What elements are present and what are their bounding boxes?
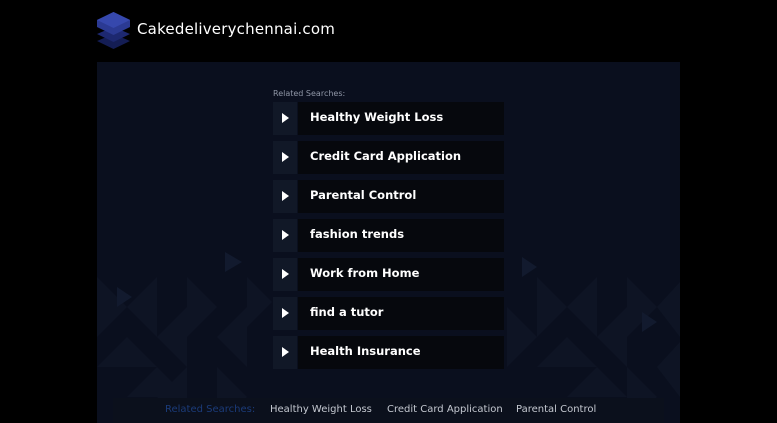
arrow-box bbox=[273, 297, 297, 330]
play-arrow-icon bbox=[282, 308, 289, 318]
related-search-label[interactable]: Work from Home bbox=[310, 266, 419, 280]
item-body: Work from Home bbox=[298, 258, 504, 291]
related-search-item[interactable]: Work from Home bbox=[273, 258, 504, 291]
item-body: Credit Card Application bbox=[298, 141, 504, 174]
arrow-box bbox=[273, 102, 297, 135]
item-body: Health Insurance bbox=[298, 336, 504, 369]
related-searches-heading: Related Searches: bbox=[273, 89, 346, 98]
play-arrow-icon bbox=[282, 230, 289, 240]
site-header: Cakedeliverychennai.com bbox=[0, 0, 777, 62]
item-body: find a tutor bbox=[298, 297, 504, 330]
related-search-label[interactable]: Health Insurance bbox=[310, 344, 421, 358]
related-search-label[interactable]: fashion trends bbox=[310, 227, 404, 241]
site-name[interactable]: Cakedeliverychennai.com bbox=[137, 20, 335, 38]
footer-link[interactable]: Healthy Weight Loss bbox=[270, 404, 372, 415]
play-arrow-icon bbox=[282, 347, 289, 357]
footer-link[interactable]: Credit Card Application bbox=[387, 404, 503, 415]
item-body: Healthy Weight Loss bbox=[298, 102, 504, 135]
stacked-layers-icon[interactable] bbox=[97, 12, 130, 49]
related-search-item[interactable]: Healthy Weight Loss bbox=[273, 102, 504, 135]
related-search-item[interactable]: Health Insurance bbox=[273, 336, 504, 369]
play-arrow-icon bbox=[282, 269, 289, 279]
arrow-box bbox=[273, 219, 297, 252]
play-arrow-icon bbox=[282, 152, 289, 162]
footer-link[interactable]: Parental Control bbox=[516, 404, 596, 415]
parked-domain-page: Cakedeliverychennai.com Related Searches… bbox=[0, 0, 777, 423]
related-search-item[interactable]: fashion trends bbox=[273, 219, 504, 252]
arrow-box bbox=[273, 336, 297, 369]
item-body: fashion trends bbox=[298, 219, 504, 252]
arrow-box bbox=[273, 141, 297, 174]
related-search-item[interactable]: Parental Control bbox=[273, 180, 504, 213]
item-body: Parental Control bbox=[298, 180, 504, 213]
arrow-box bbox=[273, 180, 297, 213]
arrow-box bbox=[273, 258, 297, 291]
related-search-label[interactable]: find a tutor bbox=[310, 305, 383, 319]
related-search-label[interactable]: Credit Card Application bbox=[310, 149, 461, 163]
related-search-label[interactable]: Healthy Weight Loss bbox=[310, 110, 443, 124]
related-search-label[interactable]: Parental Control bbox=[310, 188, 416, 202]
play-arrow-icon bbox=[282, 113, 289, 123]
related-search-item[interactable]: find a tutor bbox=[273, 297, 504, 330]
related-search-item[interactable]: Credit Card Application bbox=[273, 141, 504, 174]
footer-related-searches-label: Related Searches: bbox=[165, 404, 256, 415]
play-arrow-icon bbox=[282, 191, 289, 201]
